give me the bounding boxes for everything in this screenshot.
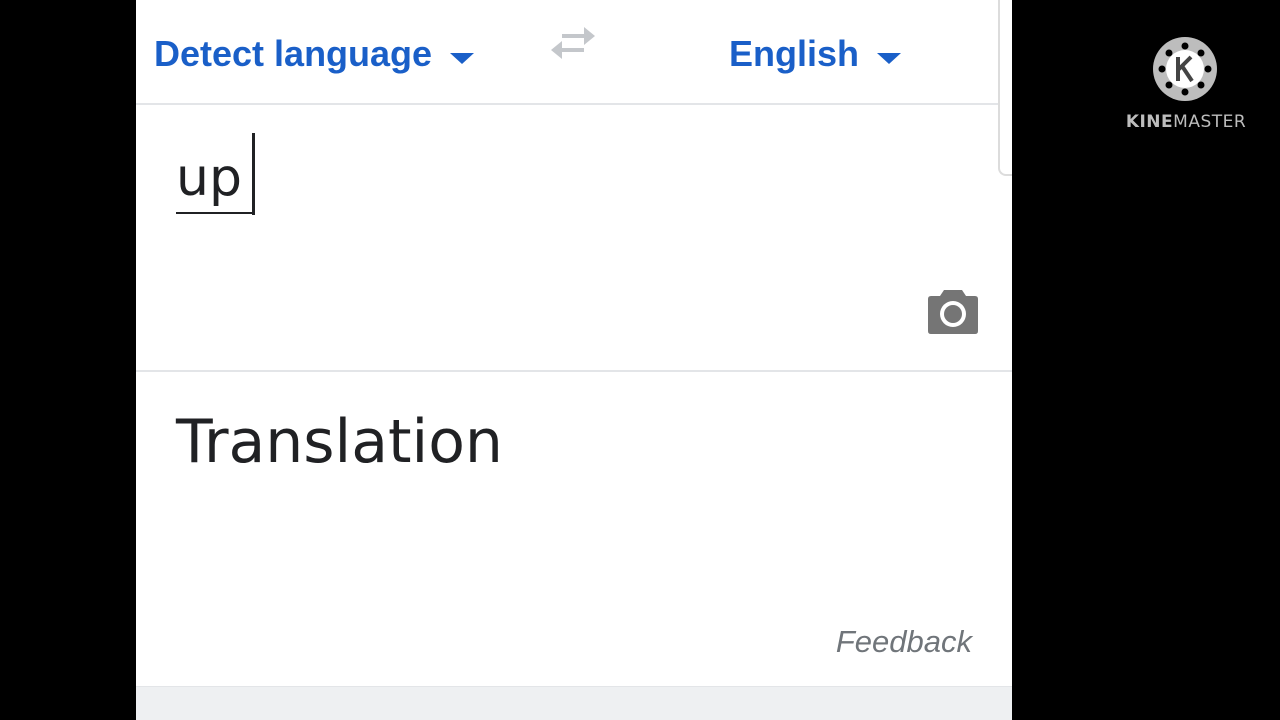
translation-placeholder: Translation <box>176 407 503 477</box>
swap-languages-button[interactable] <box>548 24 598 64</box>
language-bar: Detect language English <box>136 0 1012 176</box>
text-cursor <box>252 133 255 215</box>
caret-down-icon <box>877 52 902 64</box>
source-language-button[interactable]: Detect language <box>154 30 475 78</box>
camera-icon <box>928 290 978 334</box>
source-text[interactable]: up <box>176 143 242 213</box>
kinemaster-logo <box>1153 37 1217 101</box>
caret-down-icon <box>450 52 475 64</box>
translation-area: Translation Feedback <box>136 372 1012 686</box>
feedback-link[interactable]: Feedback <box>836 624 972 660</box>
source-language-label: Detect language <box>154 33 433 74</box>
kinemaster-watermark: KINEMASTER <box>1124 36 1248 136</box>
target-language-label: English <box>729 33 860 74</box>
kinemaster-wordmark: KINEMASTER <box>1125 112 1247 132</box>
source-text-area[interactable]: up <box>136 105 1012 372</box>
swap-arrows-icon <box>551 27 595 59</box>
translate-screen: Detect language English up Translation F… <box>136 0 1012 720</box>
camera-button[interactable] <box>926 286 980 336</box>
composing-underline <box>176 212 254 214</box>
target-language-button[interactable]: English <box>729 30 902 78</box>
bottom-strip <box>136 686 1012 720</box>
